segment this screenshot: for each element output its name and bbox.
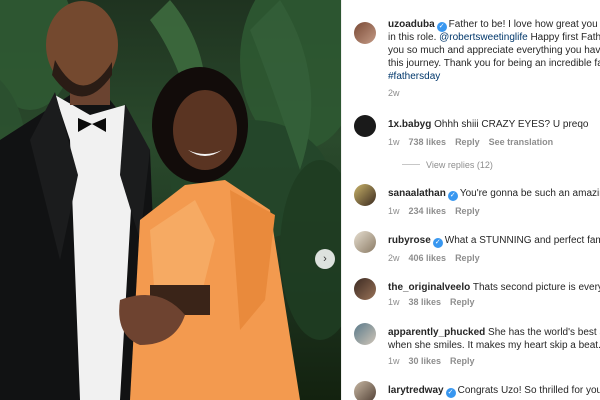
comment-meta: 2w 406 likes Reply (388, 253, 480, 263)
reply-button[interactable]: Reply (455, 253, 480, 263)
commenter-username[interactable]: the_originalveelo (388, 282, 470, 293)
commenter-avatar[interactable] (354, 323, 376, 345)
comment-text: apparently_phucked She has the world's b… (388, 327, 600, 338)
view-replies-button[interactable]: View replies (12) (402, 160, 493, 170)
author-username[interactable]: uzoaduba (388, 19, 435, 30)
comment-text: larytredway ✓ Congrats Uzo! So thrilled fo… (388, 385, 600, 398)
verified-badge-icon: ✓ (432, 238, 443, 248)
reply-button[interactable]: Reply (450, 297, 475, 307)
commenter-avatar[interactable] (354, 184, 376, 206)
couple-photo-illustration (0, 0, 341, 400)
chevron-right-icon: › (323, 252, 327, 265)
caption-line-2: in this role. @robertsweetinglife Happy … (388, 32, 600, 43)
comments-panel: uzoaduba ✓ Father to be! I love how great … (341, 0, 600, 400)
like-count[interactable]: 30 likes (409, 356, 442, 366)
reply-button[interactable]: Reply (450, 356, 475, 366)
author-avatar[interactable] (354, 22, 376, 44)
commenter-username[interactable]: larytredway (388, 385, 444, 396)
verified-badge-icon: ✓ (445, 388, 456, 398)
comment-meta: 1w 38 likes Reply (388, 297, 475, 307)
reply-button[interactable]: Reply (455, 206, 480, 216)
caption-line-1: uzoaduba ✓ Father to be! I love how great … (388, 18, 600, 32)
comment-meta: 1w 738 likes Reply See translation (388, 137, 554, 147)
commenter-avatar[interactable] (354, 231, 376, 253)
mention-link[interactable]: @robertsweetinglife (439, 32, 528, 43)
like-count[interactable]: 738 likes (409, 137, 447, 147)
caption-line-3: you so much and appreciate everything yo… (388, 45, 600, 56)
caption-text: Father to be! I love how great you a (448, 19, 600, 30)
reply-button[interactable]: Reply (455, 137, 480, 147)
hashtag-link[interactable]: #fathersday (388, 70, 600, 83)
commenter-avatar[interactable] (354, 115, 376, 137)
comment-text: 1x.babyg Ohhh shiii CRAZY EYES? U preqo (388, 119, 589, 130)
commenter-username[interactable]: sanaalathan (388, 188, 446, 199)
comment-text-line-2: when she smiles. It makes my heart skip … (388, 340, 600, 351)
caption-time: 2w (388, 88, 400, 98)
caption-line-4: this journey. Thank you for being an inc… (388, 58, 600, 69)
comment-text: rubyrose ✓ What a STUNNING and perfect fam… (388, 235, 600, 248)
comment-text: the_originalveelo Thats second picture i… (388, 282, 600, 293)
like-count[interactable]: 38 likes (409, 297, 442, 307)
commenter-username[interactable]: rubyrose (388, 235, 431, 246)
replies-divider (402, 164, 420, 165)
comment-meta: 1w 30 likes Reply (388, 356, 475, 366)
commenter-username[interactable]: 1x.babyg (388, 119, 431, 130)
like-count[interactable]: 406 likes (409, 253, 447, 263)
commenter-avatar[interactable] (354, 381, 376, 400)
post-photo: › (0, 0, 341, 400)
comment-meta: 1w 234 likes Reply (388, 206, 480, 216)
commenter-username[interactable]: apparently_phucked (388, 327, 485, 338)
like-count[interactable]: 234 likes (409, 206, 447, 216)
see-translation-button[interactable]: See translation (489, 137, 554, 147)
comment-text: sanaalathan ✓ You're gonna be such an amaz… (388, 188, 600, 201)
commenter-avatar[interactable] (354, 278, 376, 300)
verified-badge-icon: ✓ (447, 191, 458, 201)
next-photo-button[interactable]: › (315, 249, 335, 269)
